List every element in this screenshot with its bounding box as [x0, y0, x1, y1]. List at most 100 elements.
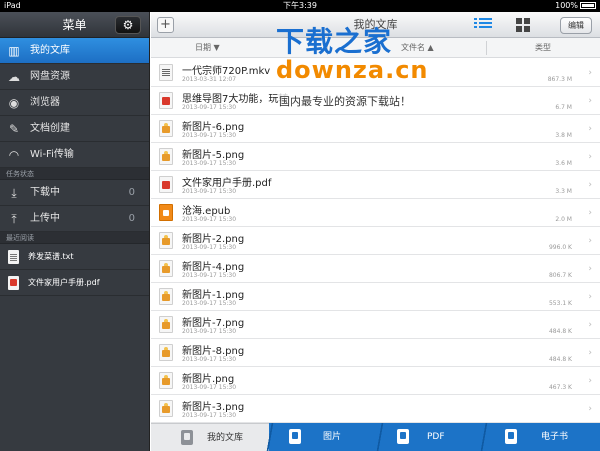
recent-section-header: 最近阅读 — [0, 232, 149, 244]
file-date: 2013-09-17 15:30 — [182, 384, 237, 391]
tab-ebooks[interactable]: 电子书 — [489, 423, 600, 451]
file-size: 3.6 M — [555, 160, 572, 167]
file-row[interactable]: 新图片-7.png 2013-09-17 15:30 484.8 K › — [151, 311, 600, 339]
sort-by-type[interactable]: 类型 — [535, 38, 551, 58]
sort-asc-icon: ▲ — [427, 43, 434, 52]
file-row[interactable]: 文件家用户手册.pdf 2013-09-17 15:30 3.3 M › — [151, 171, 600, 199]
png-file-icon — [159, 400, 173, 417]
chevron-right-icon[interactable]: › — [588, 376, 592, 386]
chevron-right-icon[interactable]: › — [588, 348, 592, 358]
recent-item[interactable]: 文件家用户手册.pdf — [0, 270, 149, 296]
file-date: 2013-09-17 15:30 — [182, 356, 237, 363]
sidebar-item-wifi[interactable]: ◠ Wi-Fi传输 — [0, 142, 149, 168]
png-file-icon — [159, 148, 173, 165]
file-date: 2013-09-17 15:30 — [182, 244, 237, 251]
sidebar-item-label: 网盘资源 — [30, 71, 70, 82]
file-name: 新图片-2.png — [182, 234, 245, 245]
file-date: 2013-09-17 15:30 — [182, 160, 237, 167]
sidebar-item-library[interactable]: ▥ 我的文库 — [0, 38, 149, 64]
wifi-icon: ◠ — [8, 148, 20, 162]
file-size: 6.7 M — [555, 104, 572, 111]
file-date: 2013-09-17 15:30 — [182, 272, 237, 279]
clock: 下午3:39 — [283, 1, 317, 10]
png-file-icon — [159, 260, 173, 277]
sidebar-item-downloading[interactable]: ⤓ 下载中 0 — [0, 180, 149, 206]
status-bar: iPad 下午3:39 100% — [0, 0, 600, 12]
chevron-right-icon[interactable]: › — [588, 236, 592, 246]
png-file-icon — [159, 120, 173, 137]
chevron-right-icon[interactable]: › — [588, 96, 592, 106]
file-row[interactable]: 新图片-1.png 2013-09-17 15:30 553.1 K › — [151, 283, 600, 311]
chevron-right-icon[interactable]: › — [588, 404, 592, 414]
pdf-file-icon — [8, 276, 19, 290]
file-row[interactable]: 新图片-8.png 2013-09-17 15:30 484.8 K › — [151, 339, 600, 367]
library-icon: ▥ — [8, 44, 20, 58]
file-date: 2013-09-17 15:30 — [182, 412, 237, 419]
settings-button[interactable]: ⚙ — [115, 16, 141, 34]
upload-icon: ⤒ — [11, 212, 17, 226]
png-file-icon — [159, 232, 173, 249]
library-tab-icon — [181, 430, 193, 445]
sort-by-date[interactable]: 日期 ▼ — [195, 38, 220, 58]
file-size: 3.8 M — [555, 132, 572, 139]
sort-by-name[interactable]: 文件名 ▲ — [401, 38, 434, 58]
chevron-right-icon[interactable]: › — [588, 292, 592, 302]
sidebar-item-browser[interactable]: ◉ 浏览器 — [0, 90, 149, 116]
battery-percent: 100% — [555, 1, 578, 10]
png-file-icon — [159, 288, 173, 305]
recent-item[interactable]: 养发菜谱.txt — [0, 244, 149, 270]
mkv-file-icon — [159, 64, 173, 81]
tab-pdf[interactable]: PDF — [385, 423, 483, 451]
chevron-right-icon[interactable]: › — [588, 124, 592, 134]
chevron-right-icon[interactable]: › — [588, 320, 592, 330]
watermark-logo-text: 下载之家 — [276, 25, 393, 58]
sidebar-item-create-doc[interactable]: ✎ 文档创建 — [0, 116, 149, 142]
column-type-label: 类型 — [535, 43, 551, 52]
file-date: 2013-09-17 15:30 — [182, 216, 237, 223]
column-divider — [486, 41, 487, 55]
file-row[interactable]: 新图片-2.png 2013-09-17 15:30 996.0 K › — [151, 227, 600, 255]
chevron-right-icon[interactable]: › — [588, 152, 592, 162]
file-name: 思维导图7大功能，玩转 — [182, 94, 289, 105]
file-date: 2013-09-17 15:30 — [182, 328, 237, 335]
list-view-icon[interactable] — [474, 18, 492, 32]
chevron-right-icon[interactable]: › — [588, 264, 592, 274]
download-count: 0 — [128, 187, 135, 198]
file-name: 一代宗师720P.mkv — [182, 66, 271, 77]
png-file-icon — [159, 316, 173, 333]
file-name: 新图片-4.png — [182, 262, 245, 273]
file-row[interactable]: 新图片-6.png 2013-09-17 15:30 3.8 M › — [151, 115, 600, 143]
sidebar: 菜单 ⚙ ▥ 我的文库 ☁ 网盘资源 ◉ 浏览器 ✎ 文档创建 ◠ Wi-Fi传… — [0, 12, 150, 451]
sidebar-item-label: Wi-Fi传输 — [30, 149, 74, 160]
tab-bar: 我的文库 图片 PDF 电子书 — [151, 423, 600, 451]
tab-images[interactable]: 图片 — [275, 423, 379, 451]
sidebar-item-uploading[interactable]: ⤒ 上传中 0 — [0, 206, 149, 232]
battery-icon — [580, 2, 596, 9]
task-section-header: 任务状态 — [0, 168, 149, 180]
pdf-file-icon — [159, 176, 173, 193]
upload-count: 0 — [128, 213, 135, 224]
file-size: 484.8 K — [548, 328, 572, 335]
file-size: 484.8 K — [548, 356, 572, 363]
png-file-icon — [159, 372, 173, 389]
chevron-right-icon[interactable]: › — [588, 180, 592, 190]
file-row[interactable]: 新图片.png 2013-09-17 15:30 467.3 K › — [151, 367, 600, 395]
tab-library[interactable]: 我的文库 — [151, 423, 269, 451]
file-size: 553.1 K — [548, 300, 572, 307]
chevron-right-icon[interactable]: › — [588, 68, 592, 78]
file-name: 沧海.epub — [182, 206, 231, 217]
sidebar-item-label: 文档创建 — [30, 123, 70, 134]
tab-label: 我的文库 — [207, 433, 244, 443]
gear-icon: ⚙ — [122, 18, 134, 32]
sidebar-item-cloud[interactable]: ☁ 网盘资源 — [0, 64, 149, 90]
file-size: 996.0 K — [548, 244, 572, 251]
file-row[interactable]: 沧海.epub 2013-09-17 15:30 2.0 M › — [151, 199, 600, 227]
file-row[interactable]: 新图片-3.png 2013-09-17 15:30 › — [151, 395, 600, 423]
txt-file-icon — [8, 250, 19, 264]
grid-view-icon[interactable] — [516, 18, 530, 32]
chevron-right-icon[interactable]: › — [588, 208, 592, 218]
edit-button[interactable]: 编辑 — [560, 17, 592, 34]
png-file-icon — [159, 344, 173, 361]
file-row[interactable]: 新图片-4.png 2013-09-17 15:30 806.7 K › — [151, 255, 600, 283]
file-row[interactable]: 新图片-5.png 2013-09-17 15:30 3.6 M › — [151, 143, 600, 171]
